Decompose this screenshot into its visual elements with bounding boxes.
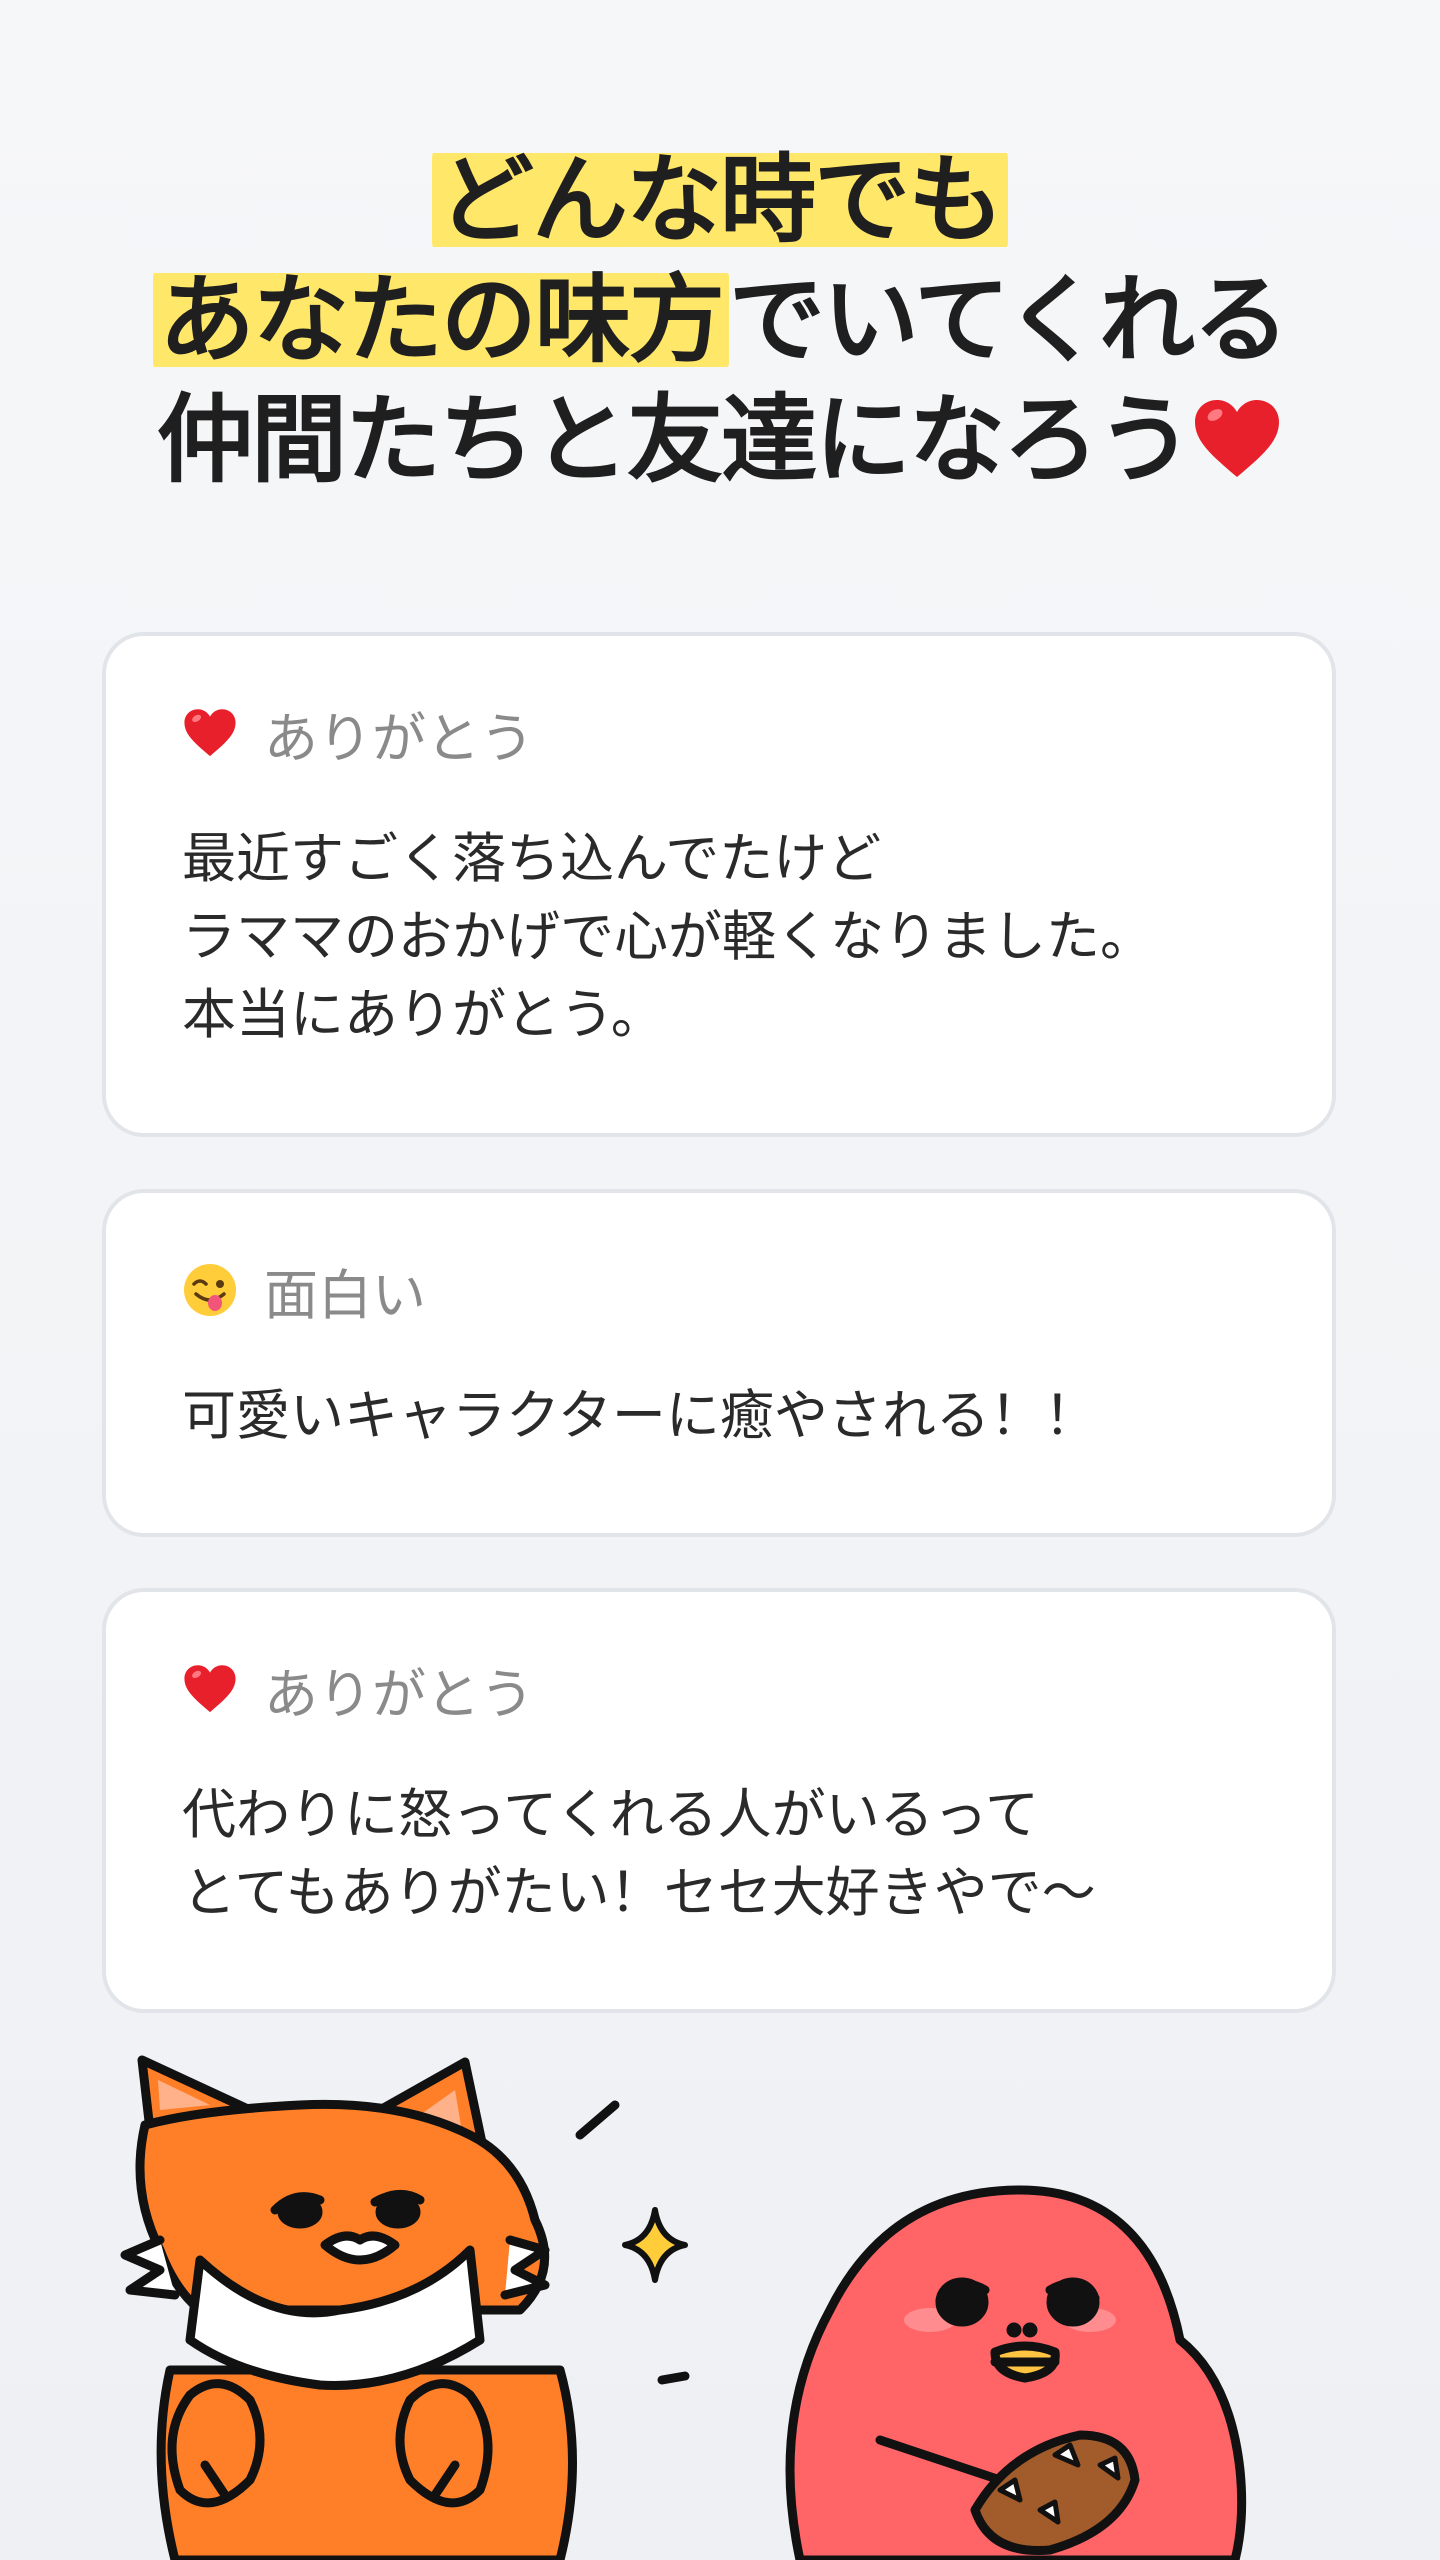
headline-highlight-1: どんな時でも: [432, 144, 1008, 256]
winking-tongue-emoji-icon: [182, 1262, 238, 1318]
headline-line-3-text: 仲間たちと友達になろう: [157, 384, 1193, 496]
headline: どんな時でも あなたの味方でいてくれる 仲間たちと友達になろう: [0, 140, 1440, 508]
review-tag-label: 面白い: [264, 1263, 426, 1327]
heart-icon: [1191, 388, 1283, 508]
headline-line-3: 仲間たちと友達になろう: [0, 380, 1440, 508]
review-text: 可愛いキャラクターに癒やされる！！: [182, 1384, 1098, 1447]
heart-icon: [182, 705, 238, 761]
review-text: 最近すごく落ち込んでたけど ラママのおかげで心が軽くなりました。 本当にありがと…: [182, 827, 1154, 1046]
sparkle-icon: [622, 2207, 688, 2283]
review-tag: 面白い: [182, 1255, 426, 1327]
review-tag: ありがとう: [182, 698, 534, 770]
review-card: 面白い 可愛いキャラクターに癒やされる！！: [102, 1189, 1336, 1537]
review-tag-label: ありがとう: [264, 706, 534, 770]
headline-line-1: どんな時でも: [0, 140, 1440, 260]
heart-icon: [182, 1661, 238, 1717]
characters-illustration: [120, 2055, 1247, 2560]
headline-line-2-rest: でいてくれる: [728, 264, 1289, 376]
headline-line-2: あなたの味方でいてくれる: [0, 260, 1440, 380]
review-card: ありがとう 最近すごく落ち込んでたけど ラママのおかげで心が軽くなりました。 本…: [102, 632, 1336, 1137]
review-tag: ありがとう: [182, 1654, 534, 1726]
headline-highlight-2: あなたの味方: [152, 264, 729, 376]
fox-character-icon: [120, 2055, 577, 2560]
review-text: 代わりに怒ってくれる人がいるって とてもありがたい！セセ大好きやで〜: [182, 1783, 1096, 1924]
motion-line-icon: [575, 2100, 620, 2140]
review-tag-label: ありがとう: [264, 1662, 534, 1726]
motion-line-icon: [657, 2371, 690, 2385]
red-character-icon: [785, 2185, 1247, 2560]
review-card: ありがとう 代わりに怒ってくれる人がいるって とてもありがたい！セセ大好きやで〜: [102, 1588, 1336, 2013]
